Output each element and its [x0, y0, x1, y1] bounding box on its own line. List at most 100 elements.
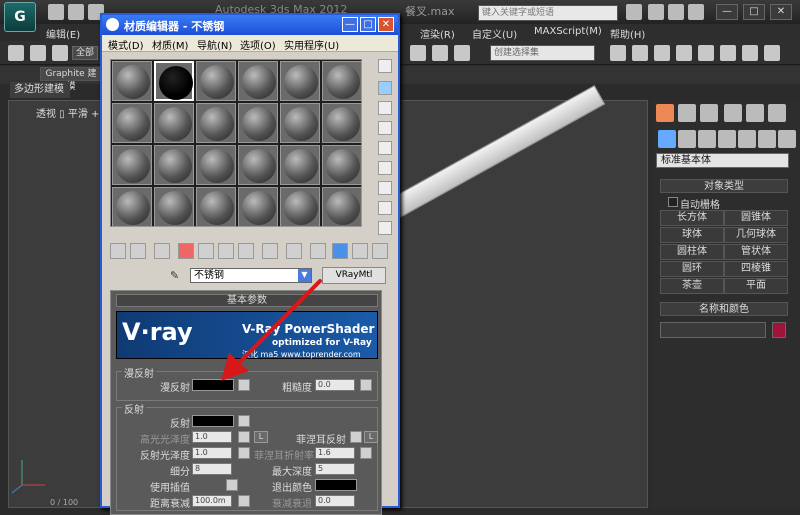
utilities-tab-icon[interactable] — [768, 104, 786, 122]
tube-button[interactable]: 管状体 — [724, 244, 788, 260]
hilight-gloss-map-button[interactable] — [238, 431, 250, 443]
helpers-icon[interactable] — [738, 130, 756, 148]
schematic-icon[interactable] — [432, 45, 448, 61]
primitive-category-dropdown[interactable]: 标准基本体 — [656, 153, 789, 168]
dim-distance-spinner[interactable]: 100.0m — [192, 495, 232, 507]
sample-slot[interactable] — [280, 103, 320, 143]
lights-icon[interactable] — [698, 130, 716, 148]
sample-slot[interactable] — [322, 103, 362, 143]
teapot-icon[interactable] — [698, 45, 714, 61]
plane-button[interactable]: 平面 — [724, 278, 788, 294]
viewport-label[interactable]: 透视 ▯ 平滑 + — [36, 105, 99, 120]
maximize-button[interactable]: □ — [743, 4, 765, 20]
sample-slot[interactable] — [238, 61, 278, 101]
create-tab-icon[interactable] — [656, 104, 674, 122]
selection-set-dropdown[interactable]: 创建选择集 — [490, 45, 595, 61]
sample-slot[interactable] — [112, 61, 152, 101]
roughness-map-button[interactable] — [360, 379, 372, 391]
cylinder-button[interactable]: 圆柱体 — [660, 244, 724, 260]
max-depth-spinner[interactable]: 5 — [315, 463, 355, 475]
sample-slot[interactable] — [280, 145, 320, 185]
material-editor-icon[interactable] — [610, 45, 626, 61]
cone-button[interactable]: 圆锥体 — [724, 210, 788, 226]
me-menu-material[interactable]: 材质(M) — [152, 37, 188, 52]
render-setup-icon[interactable] — [632, 45, 648, 61]
reflect-color-swatch[interactable] — [192, 415, 234, 427]
fresnel-ior-spinner[interactable]: 1.6 — [315, 447, 355, 459]
background-icon[interactable] — [378, 101, 392, 115]
menu-maxscript[interactable]: MAXScript(M) — [534, 26, 602, 37]
hilight-lock-button[interactable]: L — [254, 431, 268, 443]
sample-slot[interactable] — [322, 61, 362, 101]
fresnel-ior-map-button[interactable] — [360, 447, 372, 459]
me-minimize-button[interactable]: — — [342, 17, 358, 32]
get-material-icon[interactable] — [110, 243, 126, 259]
modify-tab-icon[interactable] — [678, 104, 696, 122]
app-logo-icon[interactable]: G — [4, 2, 36, 32]
sphere-button[interactable]: 球体 — [660, 227, 724, 243]
material-id-icon[interactable] — [262, 243, 278, 259]
fresnel-lock-button[interactable]: L — [364, 431, 378, 443]
sample-slot[interactable] — [280, 187, 320, 227]
backlight-icon[interactable] — [378, 81, 392, 95]
menu-help[interactable]: 帮助(H) — [610, 26, 645, 41]
assign-material-icon[interactable] — [154, 243, 170, 259]
me-menu-navigation[interactable]: 导航(N) — [197, 37, 232, 52]
subdivs-spinner[interactable]: 8 — [192, 463, 232, 475]
pick-material-icon[interactable] — [372, 243, 388, 259]
ribbon-polygon-modeling[interactable]: 多边形建模 — [10, 82, 70, 98]
link-icon[interactable] — [30, 45, 46, 61]
search-icon[interactable] — [626, 4, 642, 20]
sample-slot[interactable] — [154, 61, 194, 101]
options-icon[interactable] — [378, 181, 392, 195]
teapot-button[interactable]: 茶壶 — [660, 278, 724, 294]
reflect-map-button[interactable] — [238, 415, 250, 427]
exit-color-swatch[interactable] — [315, 479, 357, 491]
menu-edit[interactable]: 编辑(E) — [46, 26, 80, 41]
material-navigator-icon[interactable] — [378, 221, 392, 235]
hierarchy-tab-icon[interactable] — [700, 104, 718, 122]
display-tab-icon[interactable] — [746, 104, 764, 122]
sample-slot[interactable] — [238, 187, 278, 227]
search-input[interactable]: 键入关键字或短语 — [478, 5, 618, 21]
hilight-gloss-spinner[interactable]: 1.0 — [192, 431, 232, 443]
sample-slot[interactable] — [280, 61, 320, 101]
sample-slot[interactable] — [154, 145, 194, 185]
me-menu-options[interactable]: 选项(O) — [240, 37, 276, 52]
show-map-icon[interactable] — [286, 243, 302, 259]
curve-editor-icon[interactable] — [410, 45, 426, 61]
go-forward-sibling-icon[interactable] — [352, 243, 368, 259]
pyramid-button[interactable]: 四棱锥 — [724, 261, 788, 277]
sample-slot[interactable] — [112, 187, 152, 227]
me-menu-modes[interactable]: 模式(D) — [108, 37, 144, 52]
sample-slot[interactable] — [196, 103, 236, 143]
new-file-icon[interactable] — [48, 4, 64, 20]
put-to-scene-icon[interactable] — [130, 243, 146, 259]
sample-slot[interactable] — [238, 103, 278, 143]
make-preview-icon[interactable] — [378, 161, 392, 175]
go-to-parent-icon[interactable] — [332, 243, 348, 259]
shapes-icon[interactable] — [678, 130, 696, 148]
geometry-icon[interactable] — [658, 130, 676, 148]
autogrid-checkbox[interactable] — [668, 197, 678, 207]
eyedropper-icon[interactable]: ✎ — [170, 269, 184, 283]
sample-slot[interactable] — [322, 145, 362, 185]
me-menu-utilities[interactable]: 实用程序(U) — [284, 37, 339, 52]
put-to-library-icon[interactable] — [238, 243, 254, 259]
sample-slot[interactable] — [112, 145, 152, 185]
sample-slot[interactable] — [322, 187, 362, 227]
video-color-check-icon[interactable] — [378, 141, 392, 155]
unlink-icon[interactable] — [52, 45, 68, 61]
sample-slot[interactable] — [196, 61, 236, 101]
sample-type-icon[interactable] — [378, 59, 392, 73]
material-type-button[interactable]: VRayMtl — [322, 267, 386, 284]
sample-slot[interactable] — [196, 187, 236, 227]
sample-slot[interactable] — [112, 103, 152, 143]
copy-material-icon[interactable] — [198, 243, 214, 259]
dim-distance-checkbox[interactable] — [238, 495, 250, 507]
box-button[interactable]: 长方体 — [660, 210, 724, 226]
undo-icon[interactable] — [8, 45, 24, 61]
geosphere-button[interactable]: 几何球体 — [724, 227, 788, 243]
make-unique-icon[interactable] — [218, 243, 234, 259]
dim-falloff-spinner[interactable]: 0.0 — [315, 495, 355, 507]
